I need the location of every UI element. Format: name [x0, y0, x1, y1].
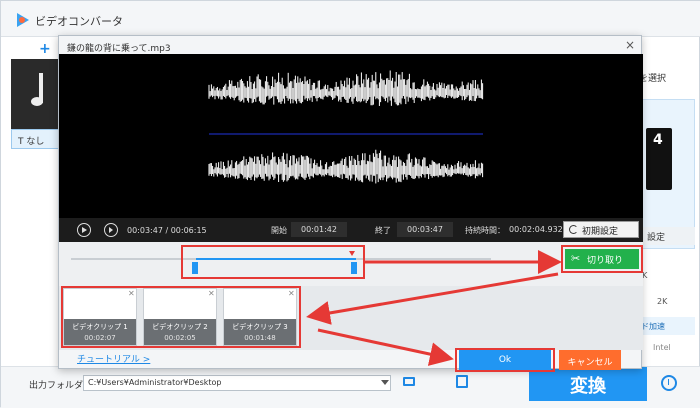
merge-icon[interactable] [456, 375, 468, 388]
reset-icon [569, 225, 578, 234]
add-file-button[interactable]: + [39, 41, 51, 57]
alarm-icon[interactable] [661, 375, 677, 391]
end-time-field[interactable]: 00:03:47 [397, 222, 453, 237]
bottom-bar: 出力フォルダ： C:¥Users¥Administrator¥Desktop 変… [1, 366, 700, 408]
waveform-bottom-channel [208, 149, 484, 184]
reset-label: 初期設定 [582, 227, 619, 237]
dialog-title: 鎌の龍の背に乗って.mp3 [67, 44, 171, 54]
reset-button[interactable]: 初期設定 [563, 221, 639, 238]
start-time-field[interactable]: 00:01:42 [291, 222, 347, 237]
start-label: 開始 [271, 226, 287, 235]
cut-button[interactable]: ✂ 切り取り [565, 249, 639, 269]
playback-controls: 00:03:47 / 00:06:15 開始 00:01:42 終了 00:03… [59, 218, 643, 242]
play-icon[interactable] [77, 223, 91, 237]
trim-dialog: 鎌の龍の背に乗って.mp3 × 00:03:47 / 00:06:15 開始 0… [58, 35, 643, 372]
hw-accel-button[interactable]: ド加速 [635, 317, 695, 335]
convert-button[interactable]: 変換 [529, 367, 647, 401]
folder-icon[interactable] [403, 377, 415, 386]
chevron-down-icon[interactable] [381, 380, 389, 385]
duration-value: 00:02:04.932 [509, 225, 563, 234]
close-icon[interactable]: × [625, 38, 635, 52]
format-thumbnail-icon [646, 128, 672, 190]
app-logo-icon [17, 13, 29, 27]
annotation-box-handles [181, 245, 365, 279]
waveform-preview [59, 54, 643, 218]
current-time: 00:03:47 / 00:06:15 [127, 226, 207, 235]
step-forward-icon[interactable] [104, 223, 118, 237]
waveform-top-channel [208, 70, 484, 106]
duration-label: 持続時間： [465, 226, 505, 235]
app-title: ビデオコンバータ [35, 15, 123, 28]
intel-option[interactable]: Intel [653, 343, 671, 352]
title-bar: ビデオコンバータ [1, 1, 700, 37]
cancel-button[interactable]: キャンセル [559, 350, 621, 370]
music-note-icon [31, 73, 43, 106]
settings-button[interactable]: 設定 [635, 227, 695, 245]
end-label: 終了 [375, 226, 391, 235]
waveform-graphic [208, 70, 484, 184]
cut-label: 切り取り [587, 256, 624, 266]
annotation-box-ok [455, 348, 555, 372]
annotation-box-clips [61, 286, 301, 348]
tutorial-link[interactable]: チュートリアル > [77, 352, 150, 365]
scissors-icon: ✂ [571, 252, 581, 265]
trim-timeline: ✂ 切り取り [59, 242, 643, 286]
format-select-label: を選択 [639, 74, 667, 84]
clip-list: ✕ ビデオクリップ 1 00:02:07 ✕ ビデオクリップ 2 00:02:0… [59, 286, 643, 350]
output-folder-field[interactable]: C:¥Users¥Administrator¥Desktop [83, 375, 391, 391]
resolution-value: 2K [657, 297, 668, 306]
